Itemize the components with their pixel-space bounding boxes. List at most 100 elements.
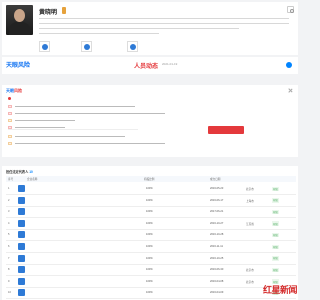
related-company-1[interactable] [39, 40, 52, 52]
divider [8, 129, 138, 130]
company-logo-icon [18, 266, 25, 274]
share-percentage: 100% [146, 291, 153, 295]
risk-item[interactable] [8, 118, 208, 123]
company-logo-icon [127, 40, 138, 52]
share-icon[interactable] [287, 6, 295, 14]
share-percentage: 100% [146, 233, 153, 237]
table-row[interactable]: 3 100% 2017-06-21 存续 [6, 206, 296, 219]
description-line [39, 33, 159, 34]
share-percentage: 100% [146, 187, 153, 190]
company-logo-icon [18, 196, 25, 204]
status-badge: 存续 [272, 244, 279, 250]
status-badge: 存续 [272, 267, 279, 273]
person-name: 黄晓明 [39, 10, 58, 16]
table-row[interactable]: 5 100% 2016-10-28 存续 [6, 229, 296, 242]
established-date: 2016-10-27 [210, 221, 224, 225]
row-index: 7 [8, 256, 10, 260]
header-company: 企业名称 [27, 178, 38, 181]
established-date: 2017-06-21 [210, 210, 224, 214]
risk-item[interactable] [8, 141, 208, 146]
news-watermark: 红星新闻 [262, 285, 298, 295]
established-date: 2016-10-28 [210, 233, 224, 237]
company-logo-icon [18, 277, 25, 285]
status-badge: 存续 [272, 256, 279, 261]
description-line [39, 28, 239, 29]
share-percentage: 100% [146, 279, 153, 283]
header-date: 成立日期 [210, 178, 221, 181]
legal-rep-table-card: 担任法定代表人 10 序号 企业名称 持股比例 成立日期 1 100% 2016-0… [2, 166, 298, 300]
person-profile-card: 黄晓明 [2, 2, 298, 55]
share-percentage: 100% [146, 210, 153, 214]
table-title: 担任法定代表人 10 [6, 170, 33, 174]
table-row[interactable]: 8 100% 2016-06-30 北京市 存续 [6, 264, 296, 277]
verified-badge [62, 7, 66, 14]
established-date: 2016-04-08 [210, 279, 224, 283]
company-logo-icon [18, 289, 25, 297]
company-logo-icon [18, 208, 25, 216]
close-icon[interactable] [288, 88, 293, 93]
related-company-3[interactable] [127, 40, 140, 52]
established-date: 2016-11-11 [210, 245, 223, 248]
risk-alert [8, 96, 12, 100]
share-percentage: 100% [146, 268, 153, 272]
status-badge: 存续 [272, 198, 279, 203]
avatar[interactable] [6, 5, 33, 35]
tianyan-risk-brand[interactable]: 天眼风险 [6, 60, 30, 69]
region: 北京市 [246, 280, 254, 284]
alert-dot-icon [8, 96, 11, 100]
description-line [39, 18, 289, 19]
row-index: 2 [8, 198, 10, 202]
company-logo-icon [18, 219, 25, 227]
status-badge: 存续 [272, 209, 279, 215]
row-index: 5 [8, 233, 10, 237]
company-logo-icon [18, 231, 25, 239]
row-index: 1 [8, 187, 10, 190]
established-date: 2016-10-25 [210, 256, 224, 260]
description-line [39, 23, 289, 24]
row-index: 3 [8, 210, 10, 214]
region: 北京市 [246, 269, 254, 273]
related-company-2[interactable] [81, 40, 94, 52]
established-date: 2016-05-23 [210, 187, 224, 190]
risk-item[interactable] [8, 104, 208, 109]
status-badge: 存续 [272, 186, 279, 192]
share-percentage: 100% [146, 221, 153, 225]
table-row[interactable]: 4 100% 2016-10-27 江苏省 存续 [6, 218, 296, 230]
header-share: 持股比例 [144, 178, 155, 181]
established-date: 2016-06-17 [210, 198, 224, 202]
risk-panel: 天眼风险 [2, 85, 298, 157]
row-index: 4 [8, 221, 10, 225]
status-badge: 存续 [272, 232, 279, 238]
risk-panel-title: 天眼风险 [6, 88, 22, 93]
share-percentage: 100% [146, 198, 153, 202]
person-dynamics-title: 人员动态 [134, 64, 159, 70]
region: 北京市 [246, 188, 254, 191]
table-row[interactable]: 2 100% 2016-06-17 上海市 存续 [6, 195, 296, 207]
next-arrow-icon[interactable] [286, 62, 292, 68]
risk-item[interactable] [8, 134, 208, 139]
table-row[interactable]: 6 100% 2016-11-11 存续 [6, 241, 296, 253]
table-row[interactable]: 10 100% 2016-04-09 存续 [6, 287, 296, 300]
status-badge: 存续 [272, 221, 279, 226]
table-row[interactable]: 1 100% 2016-05-23 北京市 存续 [6, 183, 296, 195]
established-date: 2016-04-09 [210, 291, 224, 295]
table-row[interactable]: 7 100% 2016-10-25 存续 [6, 253, 296, 265]
dynamics-date: 2021-01-19 [162, 62, 178, 66]
overview-tabs: 天眼风险 人员动态 2021-01-19 [2, 57, 298, 74]
company-logo-icon [39, 40, 50, 52]
share-percentage: 100% [146, 245, 153, 248]
header-index: 序号 [8, 178, 14, 181]
table-header: 序号 企业名称 持股比例 成立日期 [6, 176, 296, 182]
row-index: 8 [8, 268, 10, 272]
row-index: 9 [8, 279, 10, 283]
region: 上海市 [246, 199, 254, 203]
view-risk-button[interactable] [208, 126, 244, 134]
established-date: 2016-06-30 [210, 268, 224, 272]
table-row[interactable]: 9 100% 2016-04-08 北京市 存续 [6, 276, 296, 288]
company-logo-icon [18, 185, 25, 192]
region: 江苏省 [246, 222, 254, 226]
share-percentage: 100% [146, 256, 153, 260]
row-index: 6 [8, 245, 10, 248]
risk-item[interactable] [8, 111, 208, 116]
row-index: 10 [8, 291, 11, 295]
